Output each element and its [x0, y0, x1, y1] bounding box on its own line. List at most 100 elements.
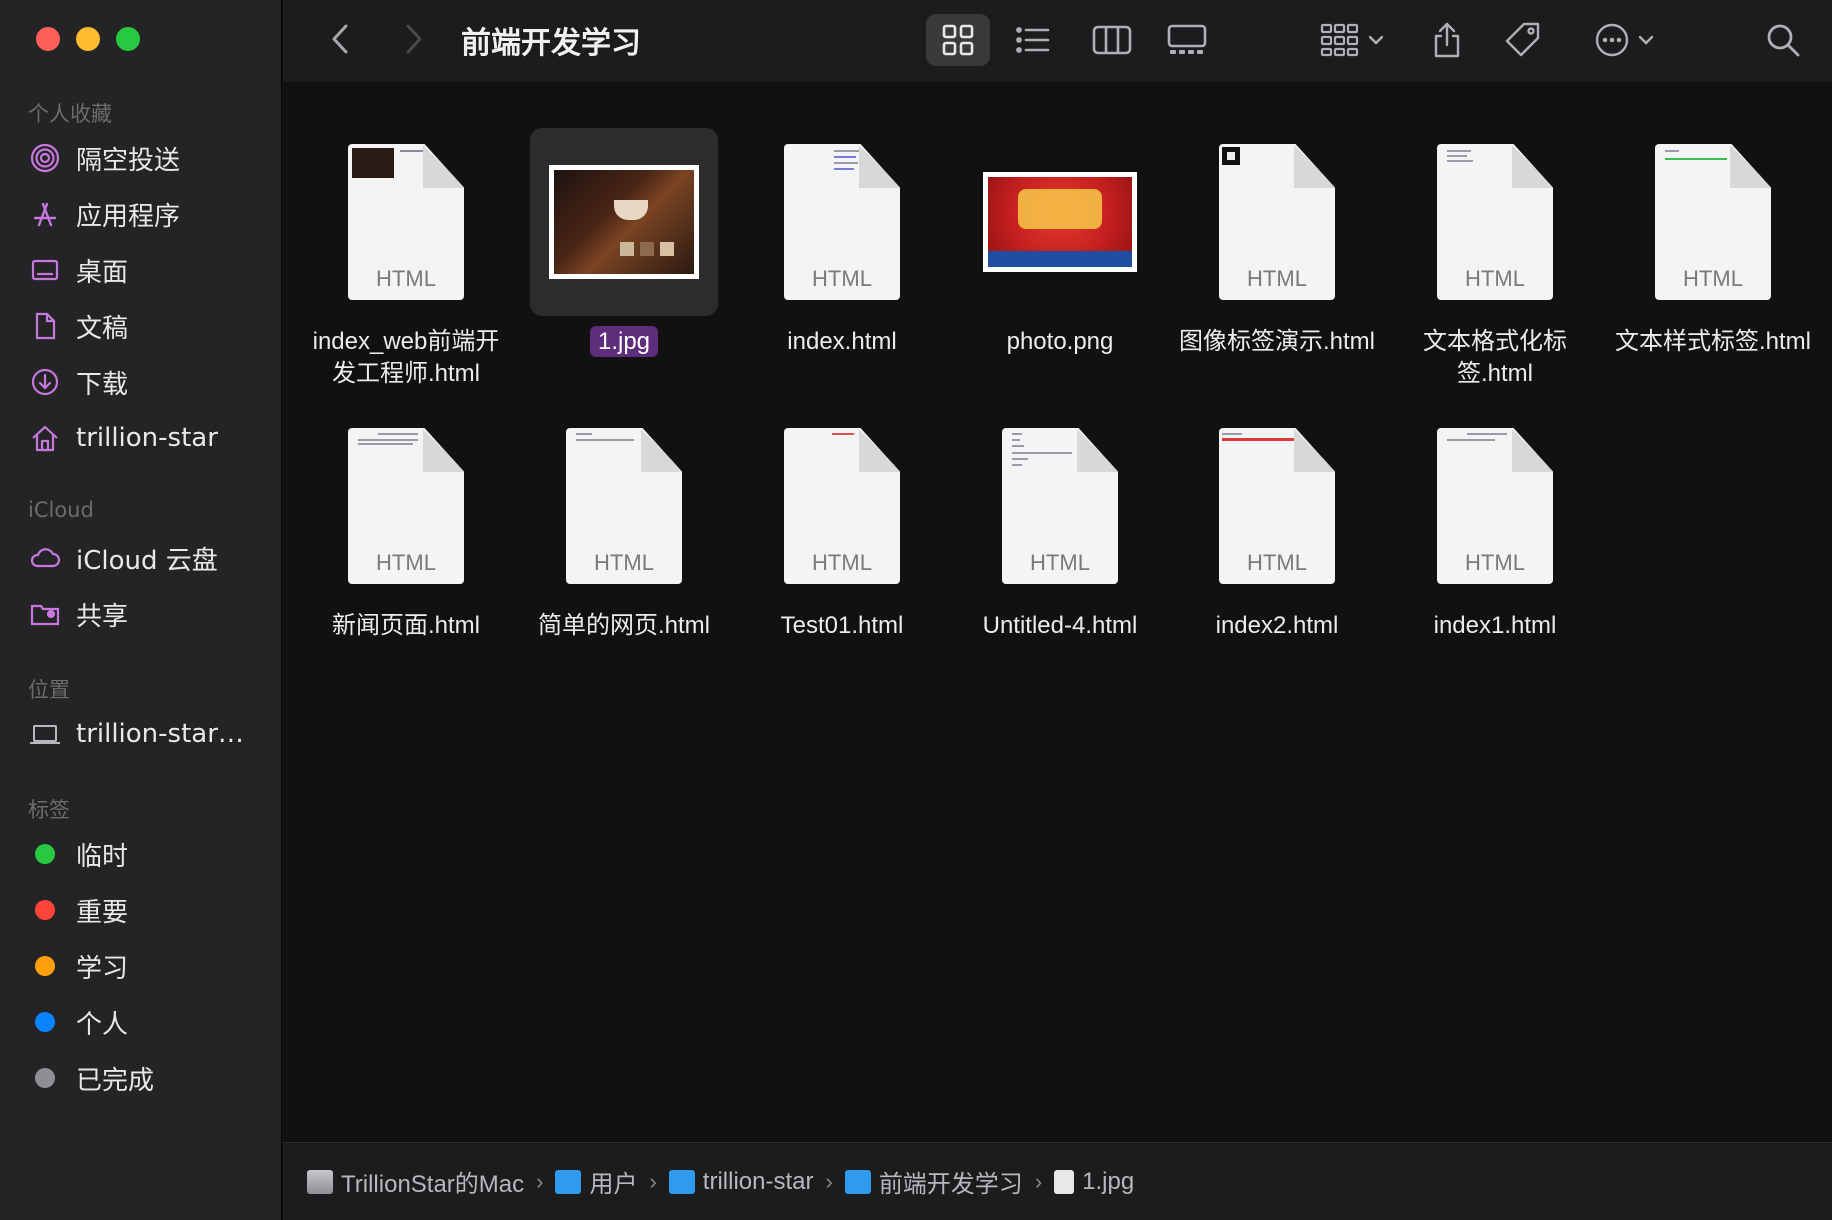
tag-dot-icon	[28, 1061, 62, 1095]
file-kind-label: HTML	[376, 266, 436, 291]
file-thumbnail: HTML	[1183, 412, 1371, 600]
file-item-selected[interactable]: 1.jpg	[524, 128, 724, 358]
close-window-button[interactable]	[36, 27, 60, 51]
file-item[interactable]: HTML Untitled-4.html	[960, 412, 1160, 642]
sidebar-tag-temp[interactable]: 临时	[28, 832, 268, 876]
sidebar-tag-study[interactable]: 学习	[28, 944, 268, 988]
file-name: index1.html	[1433, 612, 1557, 639]
toolbar: 前端开发学习	[283, 0, 1832, 82]
file-kind-label: HTML	[1030, 550, 1090, 575]
path-item-mac[interactable]: TrillionStar的Mac	[307, 1164, 524, 1199]
html-file-icon: HTML	[566, 428, 682, 584]
folder-icon	[844, 1169, 871, 1194]
view-as-gallery-button[interactable]	[1155, 14, 1219, 66]
file-name: 图像标签演示.html	[1178, 328, 1375, 355]
file-kind-label: HTML	[1683, 266, 1743, 291]
tag-dot-icon	[28, 837, 62, 871]
file-grid: HTML index_web前端开发工程师.html 1.jpg HTML in…	[283, 82, 1832, 1142]
file-item[interactable]: HTML 图像标签演示.html	[1177, 128, 1377, 358]
file-kind-label: HTML	[812, 550, 872, 575]
html-file-icon: HTML	[1219, 144, 1335, 300]
view-as-columns-button[interactable]	[1080, 14, 1144, 66]
sidebar-tag-personal[interactable]: 个人	[28, 1000, 268, 1044]
file-name: Test01.html	[780, 612, 904, 639]
home-icon	[28, 421, 62, 455]
path-item-users[interactable]: 用户	[555, 1164, 637, 1199]
sidebar-item-label: 重要	[76, 897, 129, 928]
more-actions-button[interactable]	[1583, 14, 1667, 66]
view-as-icons-button[interactable]	[926, 14, 990, 66]
path-item-folder[interactable]: 前端开发学习	[844, 1164, 1023, 1199]
sidebar-item-label: 应用程序	[76, 201, 181, 232]
tag-icon	[1505, 22, 1540, 57]
sidebar-section-favorites: 个人收藏	[28, 102, 112, 126]
sidebar-section-tags: 标签	[28, 798, 70, 822]
html-file-icon: HTML	[1437, 144, 1553, 300]
sidebar-item-label: 桌面	[76, 257, 129, 288]
zoom-window-button[interactable]	[116, 27, 140, 51]
chevron-right-icon: ›	[825, 1168, 833, 1194]
file-item[interactable]: HTML index_web前端开发工程师.html	[306, 128, 506, 390]
file-thumbnail: HTML	[1401, 128, 1589, 316]
disk-icon	[307, 1169, 333, 1194]
laptop-icon	[28, 717, 62, 751]
share-button[interactable]	[1421, 14, 1473, 66]
forward-button[interactable]	[395, 18, 433, 60]
minimize-window-button[interactable]	[76, 27, 100, 51]
back-button[interactable]	[321, 18, 359, 60]
file-thumbnail: HTML	[312, 412, 500, 600]
file-name: photo.png	[1006, 328, 1114, 355]
file-thumbnail	[966, 128, 1154, 316]
path-item-file[interactable]: 1.jpg	[1054, 1168, 1134, 1196]
sidebar-item-label: iCloud 云盘	[76, 545, 218, 576]
tag-button[interactable]	[1497, 14, 1549, 66]
html-file-icon: HTML	[1002, 428, 1118, 584]
file-item[interactable]: HTML Test01.html	[742, 412, 942, 642]
html-file-icon: HTML	[348, 144, 464, 300]
file-thumbnail: HTML	[748, 412, 936, 600]
file-kind-label: HTML	[1465, 550, 1525, 575]
file-item[interactable]: HTML index1.html	[1395, 412, 1595, 642]
sidebar-tag-important[interactable]: 重要	[28, 888, 268, 932]
file-thumbnail: HTML	[1619, 128, 1807, 316]
columns-icon	[1092, 25, 1132, 55]
sidebar-item-label: 已完成	[76, 1065, 155, 1096]
sidebar-item-label: 隔空投送	[76, 145, 181, 176]
path-item-home[interactable]: trillion-star	[668, 1168, 813, 1196]
sidebar-item-shared[interactable]: 共享	[28, 592, 268, 636]
file-item[interactable]: HTML 文本格式化标签.html	[1395, 128, 1595, 390]
file-item[interactable]: HTML 新闻页面.html	[306, 412, 506, 642]
sidebar-item-applications[interactable]: 应用程序	[28, 192, 268, 236]
chevron-right-icon: ›	[1034, 1168, 1043, 1194]
chevron-down-icon	[1368, 35, 1384, 45]
png-image-preview	[983, 172, 1137, 272]
sidebar-item-icloud-drive[interactable]: iCloud 云盘	[28, 536, 268, 580]
search-button[interactable]	[1757, 14, 1809, 66]
sidebar-item-documents[interactable]: 文稿	[28, 304, 268, 348]
file-name: 简单的网页.html	[537, 612, 710, 639]
chevron-right-icon: ›	[536, 1168, 544, 1194]
path-bar: TrillionStar的Mac › 用户 › trillion-star › …	[283, 1142, 1832, 1220]
file-item[interactable]: HTML 文本样式标签.html	[1613, 128, 1813, 358]
sidebar: 个人收藏 隔空投送 应用程序 桌面 文稿 下载 trillion-star iC…	[0, 0, 282, 1220]
file-name: 文本格式化标签.html	[1423, 328, 1567, 387]
sidebar-item-airdrop[interactable]: 隔空投送	[28, 136, 268, 180]
view-as-list-button[interactable]	[1001, 14, 1065, 66]
shared-folder-icon	[28, 597, 62, 631]
sidebar-item-mac[interactable]: trillion-star…	[28, 712, 268, 756]
sidebar-item-label: 文稿	[76, 313, 129, 344]
html-file-icon: HTML	[348, 428, 464, 584]
group-grid-icon	[1320, 23, 1359, 57]
file-item[interactable]: HTML index.html	[742, 128, 942, 358]
file-name: 新闻页面.html	[331, 612, 480, 639]
sidebar-item-home[interactable]: trillion-star	[28, 416, 268, 460]
tag-dot-icon	[28, 1005, 62, 1039]
file-item[interactable]: HTML index2.html	[1177, 412, 1377, 642]
sidebar-item-label: 下载	[76, 369, 129, 400]
group-by-button[interactable]	[1311, 14, 1395, 66]
sidebar-item-downloads[interactable]: 下载	[28, 360, 268, 404]
file-item[interactable]: photo.png	[960, 128, 1160, 358]
sidebar-item-desktop[interactable]: 桌面	[28, 248, 268, 292]
sidebar-tag-done[interactable]: 已完成	[28, 1056, 268, 1100]
file-item[interactable]: HTML 简单的网页.html	[524, 412, 724, 642]
